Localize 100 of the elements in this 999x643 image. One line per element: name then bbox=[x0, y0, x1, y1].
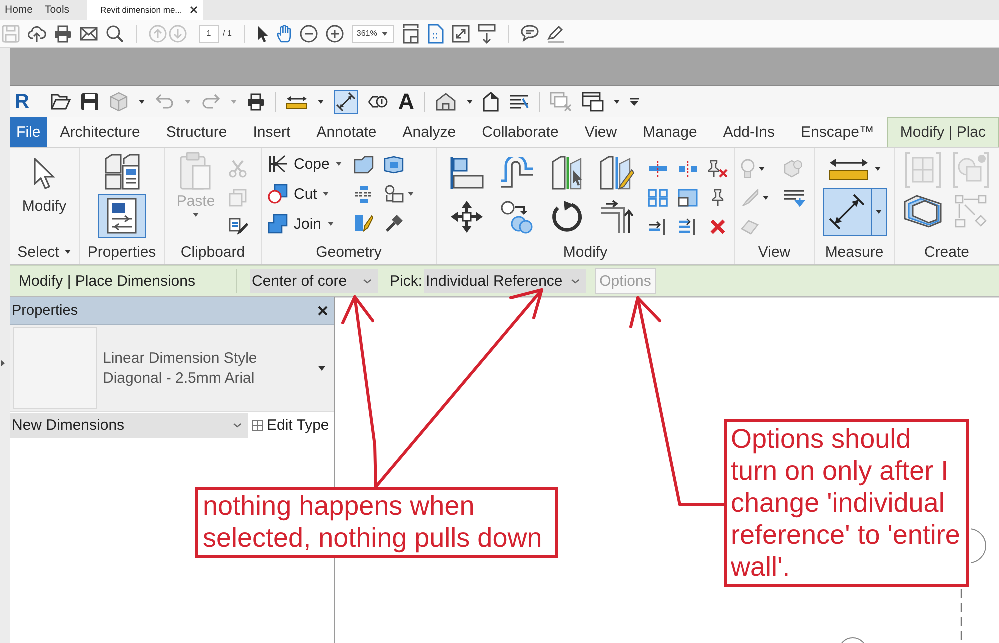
properties-button[interactable] bbox=[98, 194, 146, 238]
print-icon[interactable] bbox=[247, 92, 266, 110]
close-icon[interactable] bbox=[318, 306, 328, 316]
folder-icon[interactable] bbox=[51, 94, 72, 110]
ribbon-tab[interactable]: Manage bbox=[630, 117, 710, 147]
app-logo[interactable]: R bbox=[15, 92, 30, 112]
expand-arrow-icon[interactable] bbox=[1, 360, 5, 367]
save-icon[interactable] bbox=[81, 92, 100, 110]
customize-icon[interactable] bbox=[630, 98, 640, 106]
hammer-icon[interactable] bbox=[384, 214, 404, 232]
unpin-icon[interactable] bbox=[708, 160, 728, 178]
align-icon[interactable] bbox=[450, 156, 484, 190]
grid-icon[interactable] bbox=[648, 188, 668, 206]
aligned-dimension-button[interactable] bbox=[822, 188, 886, 236]
delete-icon[interactable] bbox=[709, 218, 727, 236]
split-gap-icon[interactable] bbox=[678, 160, 698, 178]
caret-icon[interactable] bbox=[408, 192, 414, 196]
zoom-dropdown[interactable]: 361% bbox=[352, 24, 394, 42]
lines-icon[interactable] bbox=[509, 94, 530, 110]
section-marker-icon[interactable] bbox=[483, 92, 500, 112]
dropdown-tool-button[interactable]: Join bbox=[268, 212, 342, 236]
pick-label: Pick: bbox=[390, 272, 423, 290]
ribbon-tab[interactable]: Analyze bbox=[390, 117, 470, 147]
hand-icon[interactable] bbox=[276, 24, 292, 42]
ribbon-tab[interactable]: View bbox=[572, 117, 630, 147]
upload-icon[interactable] bbox=[28, 24, 46, 42]
trim-icon[interactable] bbox=[600, 200, 634, 234]
move-icon[interactable] bbox=[450, 200, 484, 234]
dropdown-tool-button[interactable]: Cope bbox=[268, 152, 342, 176]
ribbon-tab[interactable]: Add-Ins bbox=[710, 117, 788, 147]
dropdown-tool-button[interactable]: Cut bbox=[268, 182, 342, 206]
search-icon[interactable] bbox=[106, 24, 124, 42]
shapes-icon[interactable] bbox=[384, 185, 404, 203]
caret-icon[interactable] bbox=[874, 167, 880, 171]
mail-icon[interactable] bbox=[80, 26, 98, 40]
type-properties-icon[interactable] bbox=[104, 153, 140, 191]
rotate-icon[interactable] bbox=[550, 200, 584, 234]
caret-icon[interactable] bbox=[318, 100, 324, 104]
location-line-dropdown[interactable]: Center of core bbox=[250, 269, 378, 293]
menu-tab[interactable]: Tools bbox=[40, 0, 77, 20]
copy-icon[interactable] bbox=[500, 200, 534, 234]
ribbon-tab[interactable]: Modify | Plac bbox=[887, 117, 999, 147]
paint-icon[interactable] bbox=[354, 214, 374, 232]
layers-icon[interactable] bbox=[903, 194, 943, 228]
ribbon-tab[interactable]: Collaborate bbox=[469, 117, 572, 147]
split-icon[interactable] bbox=[648, 160, 668, 178]
mirror-icon[interactable] bbox=[551, 156, 583, 190]
tag-icon[interactable] bbox=[368, 94, 388, 108]
comment-icon[interactable] bbox=[520, 25, 539, 42]
highlighter-icon[interactable] bbox=[546, 24, 565, 42]
dimension-ruler-icon[interactable] bbox=[286, 94, 308, 108]
caret-icon[interactable] bbox=[758, 166, 764, 170]
pointer-icon[interactable] bbox=[256, 24, 269, 42]
ribbon-tab[interactable]: Insert bbox=[240, 117, 304, 147]
text-tool-button[interactable]: A bbox=[398, 90, 414, 112]
type-selector[interactable]: Linear Dimension Style Diagonal - 2.5mm Arial bbox=[10, 325, 334, 412]
caret-icon[interactable] bbox=[614, 100, 620, 104]
expand-icon[interactable] bbox=[452, 24, 470, 42]
element-filter-dropdown[interactable]: New Dimensions bbox=[10, 413, 248, 438]
zoom-out-icon[interactable] bbox=[300, 24, 318, 42]
linework-icon[interactable] bbox=[782, 188, 804, 206]
caret-icon bbox=[382, 32, 388, 36]
mirror-draw-icon[interactable] bbox=[599, 156, 635, 190]
edit-type-button[interactable]: Edit Type bbox=[252, 417, 330, 434]
page-number-field[interactable]: 1 bbox=[199, 24, 219, 42]
pin-icon[interactable] bbox=[712, 188, 724, 206]
close-icon[interactable] bbox=[190, 6, 198, 14]
extend-icon[interactable] bbox=[648, 218, 668, 236]
wall-joins-icon[interactable] bbox=[354, 185, 374, 203]
panel-menu-button[interactable]: Select bbox=[18, 244, 72, 260]
ribbon-tab[interactable]: File bbox=[10, 117, 48, 147]
fit-page-icon[interactable] bbox=[402, 24, 420, 44]
aligned-dimension-icon bbox=[827, 192, 867, 232]
extend-multiple-icon[interactable] bbox=[678, 218, 698, 236]
caret-icon[interactable] bbox=[467, 100, 474, 104]
page-icon[interactable] bbox=[428, 24, 444, 44]
caret-icon[interactable] bbox=[139, 100, 146, 104]
hexagon-icon[interactable] bbox=[384, 156, 404, 174]
windows-icon[interactable] bbox=[582, 92, 604, 112]
document-tab[interactable]: Revit dimension me... bbox=[86, 0, 204, 20]
zoom-in-icon[interactable] bbox=[326, 24, 344, 42]
caret-icon[interactable] bbox=[762, 196, 768, 200]
properties-icon bbox=[107, 198, 137, 234]
dimension-ruler-icon[interactable] bbox=[828, 157, 868, 181]
house-icon[interactable] bbox=[435, 92, 458, 112]
scale-icon[interactable] bbox=[678, 188, 698, 206]
modify-button[interactable]: Modify bbox=[22, 152, 67, 215]
ribbon-tab[interactable]: Structure bbox=[153, 117, 240, 147]
tray-arrow-icon[interactable] bbox=[478, 24, 496, 44]
pick-dropdown[interactable]: Individual Reference bbox=[424, 269, 586, 293]
ribbon-tab[interactable]: Architecture bbox=[47, 117, 154, 147]
menu-tab[interactable]: Home bbox=[0, 0, 40, 20]
print-icon[interactable] bbox=[54, 24, 72, 42]
dimension-tool-button[interactable] bbox=[334, 90, 358, 114]
polygon-icon[interactable] bbox=[354, 156, 374, 174]
ribbon-tab[interactable]: Annotate bbox=[304, 117, 390, 147]
offset-icon[interactable] bbox=[500, 157, 534, 189]
paintbrush-icon[interactable] bbox=[229, 218, 250, 236]
caret-icon bbox=[318, 366, 326, 370]
ribbon-tab[interactable]: Enscape™ bbox=[788, 117, 888, 147]
